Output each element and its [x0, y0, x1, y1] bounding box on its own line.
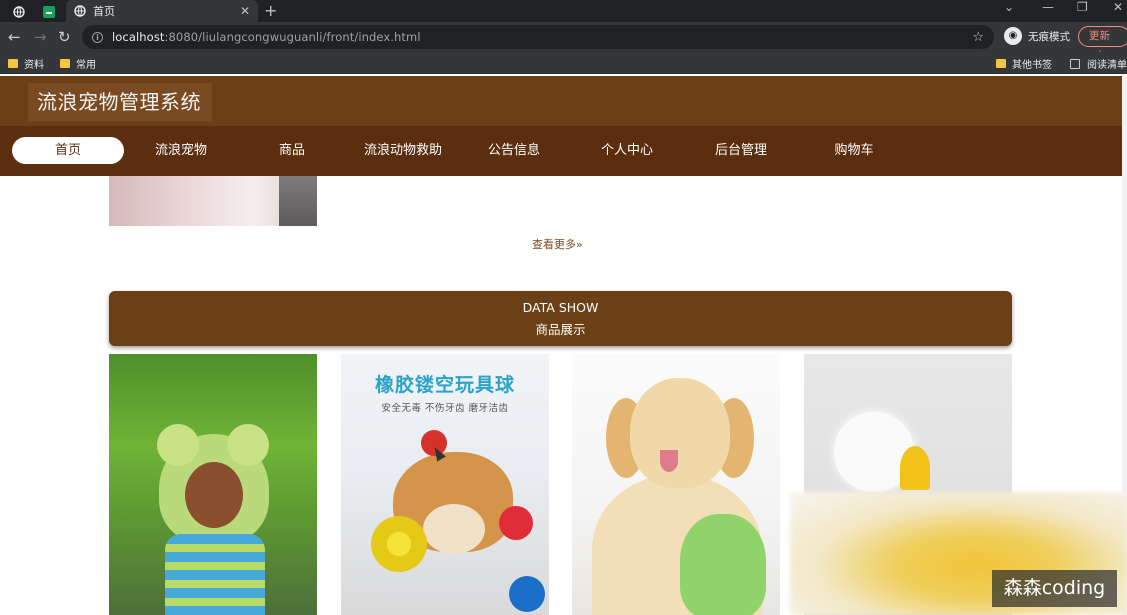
nav-rescue[interactable]: 流浪动物救助 — [347, 137, 459, 164]
nav-personal-center[interactable]: 个人中心 — [571, 137, 683, 164]
browser-toolbar: ← → ↻ i localhost:8080/liulangcongwuguan… — [0, 22, 1127, 61]
bookmark-folder-ziliao[interactable]: 资料 — [8, 56, 44, 71]
pinned-tab-app[interactable] — [36, 2, 62, 22]
address-bar[interactable]: i localhost:8080/liulangcongwuguanli/fro… — [82, 25, 994, 49]
double-chevron-right-icon: » — [576, 238, 583, 251]
site-title: 流浪宠物管理系统 — [28, 83, 212, 121]
globe-icon — [74, 5, 86, 17]
folder-icon — [60, 59, 70, 68]
browser-tab-bar: 首页 ✕ + ⌄ — ❐ ✕ — [0, 0, 1127, 22]
section-header-products: DATA SHOW 商品展示 — [109, 291, 1012, 346]
pinned-tab-globe[interactable] — [6, 2, 32, 22]
reload-button[interactable]: ↻ — [58, 28, 71, 46]
tab-search-icon[interactable]: ⌄ — [1004, 0, 1014, 14]
reading-list-icon — [1070, 58, 1080, 69]
restore-button[interactable]: ❐ — [1077, 0, 1088, 14]
bookmarks-bar: 资料 常用 其他书签 阅读清单 — [0, 52, 1127, 74]
close-tab-icon[interactable]: ✕ — [240, 4, 250, 18]
new-tab-button[interactable]: + — [264, 1, 277, 20]
app-icon — [43, 6, 55, 18]
nav-products[interactable]: 商品 — [236, 137, 348, 164]
folder-icon — [8, 59, 18, 68]
bookmark-star-icon[interactable]: ☆ — [972, 30, 984, 45]
nav-announcements[interactable]: 公告信息 — [458, 137, 570, 164]
bookmark-folder-changyong[interactable]: 常用 — [60, 56, 96, 71]
view-more-link[interactable]: 查看更多» — [532, 236, 583, 252]
product-card-rubber-ball[interactable]: 橡胶镂空玩具球 安全无毒 不伤牙齿 磨牙洁齿 — [341, 354, 549, 615]
globe-icon — [13, 6, 25, 18]
active-tab[interactable]: 首页 ✕ — [66, 0, 258, 22]
watermark: 森森coding — [992, 570, 1117, 607]
section-title-en: DATA SHOW — [522, 300, 599, 315]
pet-image-partial[interactable] — [109, 176, 317, 226]
profile-label: 无痕模式 — [1028, 30, 1070, 43]
nav-cart[interactable]: 购物车 — [798, 137, 910, 164]
bookmark-folder-other[interactable]: 其他书签 — [996, 56, 1052, 71]
site-info-icon[interactable]: i — [92, 31, 103, 43]
section-title-zh: 商品展示 — [535, 322, 586, 337]
forward-button[interactable]: → — [34, 28, 47, 46]
nav-home[interactable]: 首页 — [12, 137, 124, 164]
close-window-button[interactable]: ✕ — [1113, 0, 1123, 14]
url-text[interactable]: localhost:8080/liulangcongwuguanli/front… — [112, 30, 972, 44]
minimize-button[interactable]: — — [1042, 0, 1054, 14]
nav-stray-pets[interactable]: 流浪宠物 — [125, 137, 237, 164]
back-button[interactable]: ← — [8, 28, 21, 46]
reading-list[interactable]: 阅读清单 — [1070, 56, 1127, 71]
product-ad-title: 橡胶镂空玩具球 — [374, 374, 515, 396]
product-card-golden-retriever[interactable] — [572, 354, 780, 615]
incognito-profile[interactable]: ◉ 无痕模式 — [1004, 27, 1070, 45]
incognito-icon: ◉ — [1004, 27, 1022, 45]
tab-title: 首页 — [93, 5, 115, 18]
product-ad-subtitle: 安全无毒 不伤牙齿 磨牙洁齿 — [381, 403, 509, 414]
product-card-poodle-frog-hoodie[interactable] — [109, 354, 317, 615]
folder-icon — [996, 59, 1006, 68]
nav-admin[interactable]: 后台管理 — [685, 137, 797, 164]
update-button[interactable]: 更新 ⋮ — [1078, 26, 1127, 61]
